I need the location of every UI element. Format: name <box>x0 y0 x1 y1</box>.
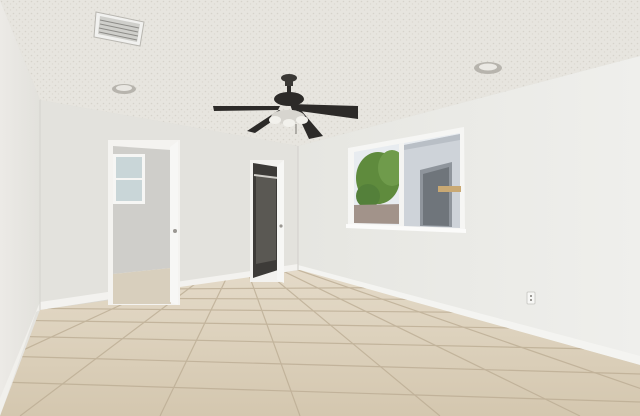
bathroom-window <box>113 154 145 204</box>
closet-door-knob <box>279 224 283 228</box>
recessed-light-left <box>112 84 136 94</box>
room-photo <box>0 0 640 416</box>
room-illustration <box>0 0 640 416</box>
shed <box>404 134 461 228</box>
door-knob <box>173 229 177 233</box>
closet-doorway <box>250 160 284 283</box>
electrical-outlet <box>526 291 536 305</box>
recessed-light-right <box>474 62 502 74</box>
doorway-to-bathroom <box>108 140 180 305</box>
